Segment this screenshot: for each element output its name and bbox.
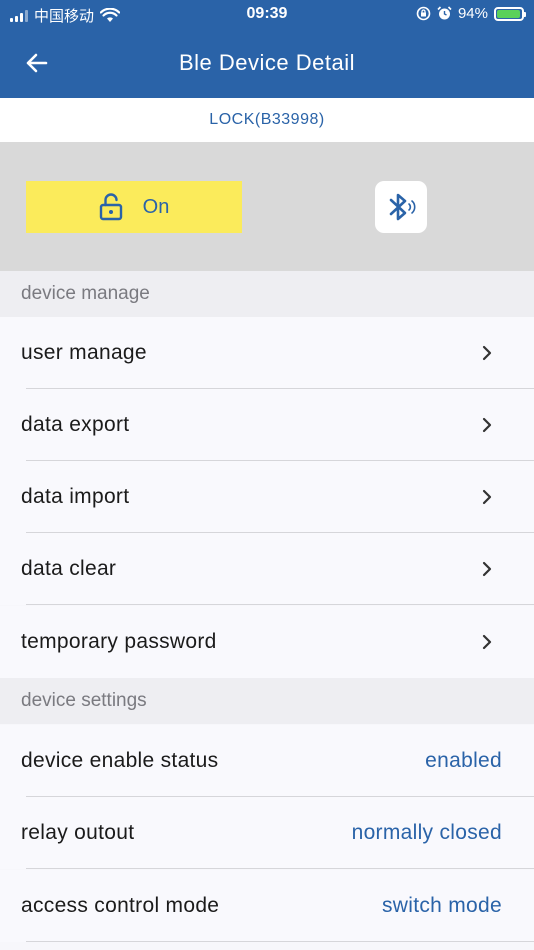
row-divider xyxy=(26,941,534,942)
alarm-icon xyxy=(437,6,452,20)
row-access-control-mode[interactable]: access control mode switch mode xyxy=(0,870,534,942)
bluetooth-button[interactable] xyxy=(375,181,427,233)
chevron-right-icon xyxy=(482,561,492,577)
lock-open-icon xyxy=(99,193,122,221)
row-label: relay outout xyxy=(21,821,135,844)
bluetooth-icon xyxy=(389,193,416,221)
row-label: data import xyxy=(21,485,130,508)
row-data-import[interactable]: data import xyxy=(0,461,534,533)
row-device-enable-status[interactable]: device enable status enabled xyxy=(0,725,534,797)
row-relay-output[interactable]: relay outout normally closed xyxy=(0,797,534,869)
row-value: switch mode xyxy=(381,894,502,917)
chevron-right-icon xyxy=(482,634,492,650)
row-divider xyxy=(26,604,534,605)
chevron-right-icon xyxy=(482,417,492,433)
row-data-clear[interactable]: data clear xyxy=(0,533,534,605)
battery-icon xyxy=(494,6,526,21)
row-label: user manage xyxy=(21,341,147,364)
row-label: data export xyxy=(21,413,130,436)
chevron-right-icon xyxy=(482,345,492,361)
section-header-device-manage: device manage xyxy=(0,271,534,317)
chevron-right-icon xyxy=(482,489,492,505)
orientation-lock-icon xyxy=(416,6,431,21)
device-name: LOCK(B33998) xyxy=(0,98,534,142)
section-header-device-settings: device settings xyxy=(0,678,534,724)
battery-percent: 94% xyxy=(457,5,488,22)
control-panel: On xyxy=(0,142,534,271)
row-label: temporary password xyxy=(21,630,217,653)
row-label: device enable status xyxy=(21,749,219,772)
row-temporary-password[interactable]: temporary password xyxy=(0,606,534,678)
row-label: access control mode xyxy=(21,894,220,917)
row-value: normally closed xyxy=(351,821,502,844)
row-value: enabled xyxy=(425,749,502,772)
status-bar: 中国移动 09:39 94% xyxy=(0,0,534,28)
lock-toggle-button[interactable]: On xyxy=(26,181,242,233)
row-divider xyxy=(26,868,534,869)
row-data-export[interactable]: data export xyxy=(0,389,534,461)
battery-fill xyxy=(497,9,520,18)
page-title: Ble Device Detail xyxy=(178,50,355,75)
lock-toggle-label: On xyxy=(142,195,170,218)
status-right: 94% xyxy=(416,5,526,22)
top-bar: 中国移动 09:39 94% Ble Device Detail xyxy=(0,0,534,98)
row-user-manage[interactable]: user manage xyxy=(0,317,534,389)
row-label: data clear xyxy=(21,557,117,580)
